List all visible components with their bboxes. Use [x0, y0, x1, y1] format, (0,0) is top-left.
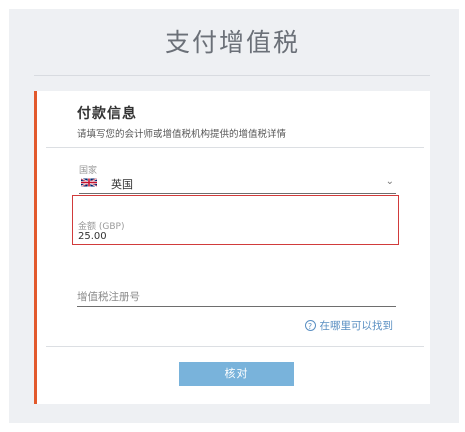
amount-value: 25.00	[78, 231, 107, 242]
section-subtitle: 请填写您的会计师或增值税机构提供的增值税详情	[77, 129, 287, 140]
payment-card: 付款信息 请填写您的会计师或增值税机构提供的增值税详情 国家 英国 ⌄ 金额 (…	[34, 91, 430, 404]
vat-number-placeholder: 增值税注册号	[77, 291, 140, 303]
verify-button[interactable]: 核对	[179, 362, 294, 386]
vat-number-input[interactable]: 增值税注册号	[77, 286, 396, 307]
amount-field[interactable]: 金额 (GBP) 25.00	[72, 195, 399, 245]
footer-divider	[46, 346, 424, 347]
title-divider	[34, 75, 430, 76]
section-divider	[46, 147, 424, 148]
help-link-label: 在哪里可以找到	[319, 320, 394, 332]
country-select[interactable]: 英国 ⌄	[79, 175, 396, 194]
chevron-down-icon: ⌄	[385, 176, 394, 187]
uk-flag-icon	[81, 178, 97, 187]
country-value: 英国	[111, 178, 133, 191]
help-link[interactable]: ? 在哪里可以找到	[304, 318, 394, 333]
question-icon: ?	[304, 320, 316, 331]
section-title: 付款信息	[77, 106, 137, 122]
page-title: 支付增值税	[164, 28, 300, 57]
payment-section-header: 付款信息 请填写您的会计师或增值税机构提供的增值税详情	[77, 103, 286, 140]
